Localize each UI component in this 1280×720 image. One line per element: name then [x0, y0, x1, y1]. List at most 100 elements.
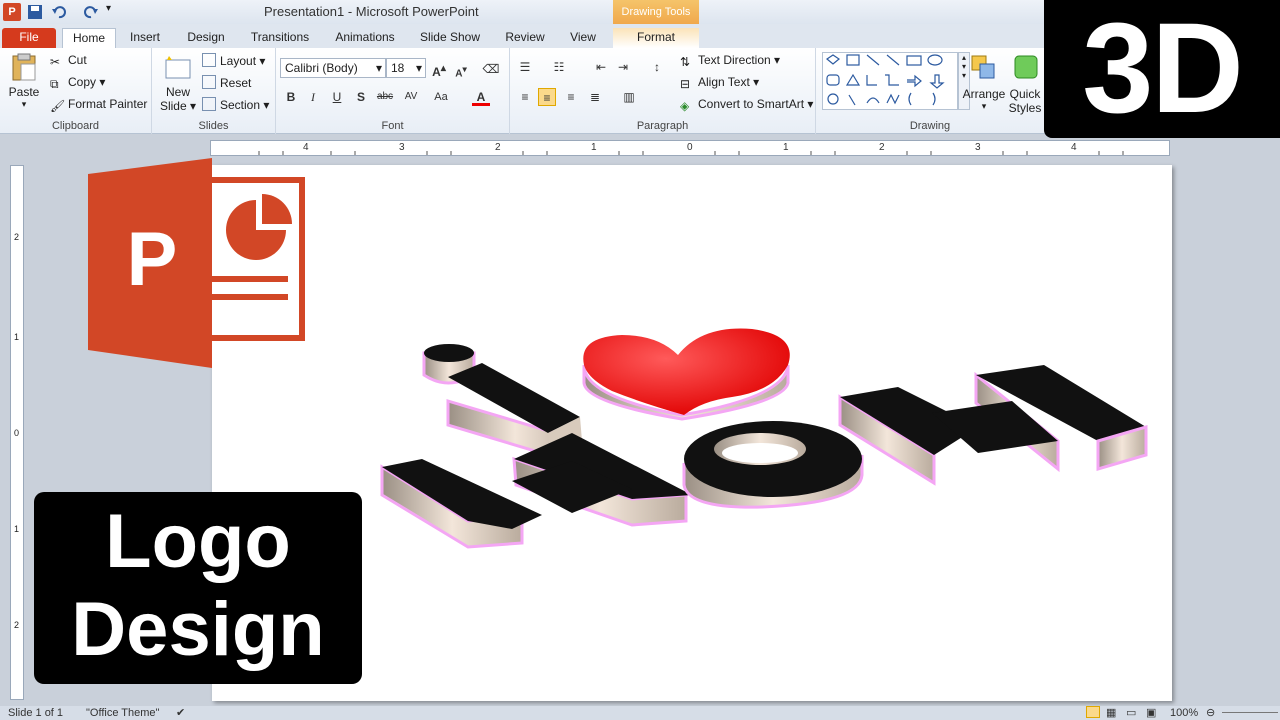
- shapes-gallery[interactable]: [822, 52, 958, 110]
- logo-design-badge: Logo Design: [34, 492, 362, 684]
- tab-animations[interactable]: Animations: [328, 28, 402, 48]
- reset-button[interactable]: Reset: [202, 75, 251, 90]
- tab-review[interactable]: Review: [500, 28, 550, 48]
- layout-button[interactable]: Layout ▾: [202, 53, 265, 68]
- normal-view-icon[interactable]: [1086, 706, 1100, 718]
- shadow-icon[interactable]: S: [352, 88, 370, 106]
- convert-smartart-button[interactable]: ◈ Convert to SmartArt ▾: [680, 97, 813, 113]
- layout-label: Layout: [220, 54, 257, 68]
- horizontal-ruler[interactable]: 4 3 2 1 0 1 2 3 4: [210, 140, 1170, 156]
- clipboard-icon: [12, 53, 36, 81]
- tab-insert[interactable]: Insert: [122, 28, 168, 48]
- heart-shape: [582, 328, 790, 421]
- text-direction-button[interactable]: ⇅ Text Direction ▾: [680, 53, 780, 69]
- font-size-value: 18: [391, 61, 405, 75]
- grow-font-icon[interactable]: A▴: [430, 60, 448, 79]
- zoom-out-icon[interactable]: ⊖: [1206, 706, 1215, 719]
- font-group-label: Font: [381, 120, 404, 132]
- paste-button[interactable]: Paste ▾: [6, 52, 42, 109]
- character-spacing-icon[interactable]: AV: [402, 88, 420, 106]
- copy-button[interactable]: ⧉ Copy ▾: [50, 75, 105, 91]
- redo-icon[interactable]: [82, 3, 100, 21]
- increase-indent-icon[interactable]: ⇥: [614, 58, 632, 76]
- ruler-label: 2: [14, 232, 20, 242]
- section-label: Section: [220, 98, 261, 112]
- powerpoint-app-icon[interactable]: P: [3, 3, 21, 21]
- smartart-icon: ◈: [680, 99, 690, 113]
- shapes-gallery-icons: [825, 54, 945, 106]
- copy-icon: ⧉: [50, 77, 59, 91]
- drawing-tools-context: Drawing Tools: [613, 0, 699, 24]
- scissors-icon: ✂: [50, 55, 61, 69]
- chevron-down-icon: ▾: [375, 61, 382, 75]
- font-name-dropdown[interactable]: Calibri (Body) ▾: [280, 58, 386, 78]
- strikethrough-icon[interactable]: abc: [376, 88, 394, 106]
- undo-icon[interactable]: [50, 3, 68, 21]
- decrease-indent-icon[interactable]: ⇤: [592, 58, 610, 76]
- columns-icon[interactable]: ▥: [620, 88, 638, 106]
- ruler-label: 3: [399, 142, 405, 153]
- align-text-icon: ⊟: [680, 77, 691, 91]
- underline-icon[interactable]: U: [328, 88, 346, 106]
- arrange-button[interactable]: Arrange ▾: [962, 52, 1006, 112]
- align-center-icon[interactable]: ≡: [538, 88, 556, 106]
- tab-view[interactable]: View: [562, 28, 604, 48]
- paragraph-group-label: Paragraph: [636, 120, 689, 132]
- shrink-font-icon[interactable]: A▾: [452, 60, 470, 79]
- customize-qat-icon[interactable]: ▾: [106, 3, 124, 21]
- clear-formatting-icon[interactable]: ⌫: [482, 60, 500, 78]
- change-case-icon[interactable]: Aa: [432, 88, 450, 106]
- letter-o: [682, 421, 864, 509]
- status-bar: Slide 1 of 1 "Office Theme" ✔ ▦ ▭ ▣ 100%…: [0, 706, 1280, 720]
- align-right-icon[interactable]: ≡: [562, 88, 580, 106]
- letter-m-right: [838, 365, 1148, 486]
- save-icon[interactable]: [26, 3, 44, 21]
- reset-label: Reset: [220, 76, 252, 90]
- zoom-level[interactable]: 100%: [1170, 707, 1198, 719]
- tab-format[interactable]: Format: [613, 28, 699, 48]
- logo-design-line1: Logo: [105, 499, 291, 584]
- new-slide-button[interactable]: New Slide ▾: [158, 54, 198, 113]
- clipboard-group-label: Clipboard: [51, 120, 100, 132]
- quick-styles-button[interactable]: Quick Styles: [1006, 52, 1044, 115]
- line-spacing-icon[interactable]: ↕: [648, 58, 666, 76]
- cut-button[interactable]: ✂ Cut: [50, 53, 87, 69]
- slideshow-icon[interactable]: ▣: [1146, 706, 1156, 719]
- section-button[interactable]: Section ▾: [202, 97, 269, 112]
- vertical-ruler[interactable]: 2 1 0 1 2: [10, 165, 24, 700]
- new-slide-label-2: Slide ▾: [159, 99, 197, 113]
- slide-sorter-icon[interactable]: ▦: [1106, 706, 1116, 719]
- bold-icon[interactable]: B: [282, 88, 300, 106]
- text-direction-icon: ⇅: [680, 55, 691, 69]
- format-painter-button[interactable]: 🖌 Format Painter: [50, 97, 147, 113]
- ruler-label: 4: [1071, 142, 1077, 153]
- tab-transitions[interactable]: Transitions: [244, 28, 316, 48]
- quick-styles-icon: [1014, 55, 1038, 79]
- ruler-label: 0: [687, 142, 693, 153]
- tab-design[interactable]: Design: [180, 28, 232, 48]
- quick-styles-label-1: Quick: [1009, 87, 1041, 101]
- ruler-label: 1: [591, 142, 597, 153]
- tab-file[interactable]: File: [2, 28, 56, 48]
- ruler-label: 1: [14, 332, 20, 342]
- font-color-icon[interactable]: A: [472, 88, 490, 106]
- theme-name[interactable]: "Office Theme": [86, 707, 159, 719]
- font-size-dropdown[interactable]: 18 ▾: [386, 58, 426, 78]
- zoom-slider[interactable]: [1222, 712, 1278, 713]
- numbering-icon[interactable]: ☷: [550, 58, 568, 76]
- justify-icon[interactable]: ≣: [586, 88, 604, 106]
- align-left-icon[interactable]: ≡: [516, 88, 534, 106]
- paste-dropdown-icon: ▾: [21, 99, 27, 109]
- powerpoint-logo-letter: P: [126, 217, 178, 302]
- spell-check-icon[interactable]: ✔: [176, 706, 185, 719]
- clipboard-group: Paste ▾ ✂ Cut ⧉ Copy ▾ 🖌 Format Painter Cli…: [0, 48, 152, 134]
- arrange-dropdown-icon: ▾: [981, 101, 987, 111]
- tab-home[interactable]: Home: [62, 28, 116, 48]
- tab-slide-show[interactable]: Slide Show: [414, 28, 486, 48]
- align-text-button[interactable]: ⊟ Align Text ▾: [680, 75, 759, 91]
- font-group: Calibri (Body) ▾ 18 ▾ A▴ A▾ ⌫ B I U S abc …: [276, 48, 510, 134]
- bullets-icon[interactable]: ☰: [516, 58, 534, 76]
- reading-view-icon[interactable]: ▭: [1126, 706, 1136, 719]
- italic-icon[interactable]: I: [304, 88, 322, 106]
- ruler-label: 4: [303, 142, 309, 153]
